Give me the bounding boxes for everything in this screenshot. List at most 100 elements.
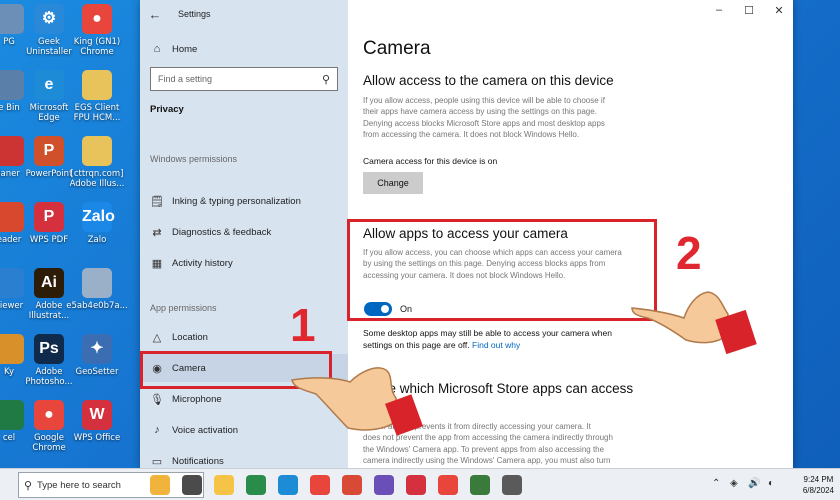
- device-access-heading: Allow access to the camera on this devic…: [363, 73, 614, 88]
- sidebar-item-label: Activity history: [172, 257, 233, 269]
- desktop-icon-label: WPS Office: [73, 433, 121, 443]
- taskbar-app-icon[interactable]: [374, 475, 394, 495]
- desktop-icon-label: [cttrqn.com] Adobe Illus...: [69, 169, 125, 189]
- taskbar-app-icon[interactable]: [278, 475, 298, 495]
- desktop-icon-label: e5ab4e0b7a...: [66, 301, 128, 311]
- step-number-1: 1: [290, 299, 316, 351]
- desktop-icon-label: GeoSetter: [75, 367, 119, 377]
- app-icon: ⚙: [34, 4, 64, 34]
- step-number-2: 2: [676, 227, 702, 279]
- sidebar-item-label: Location: [172, 331, 208, 343]
- app-icon: [82, 268, 112, 298]
- device-access-description: If you allow access, people using this d…: [363, 95, 643, 140]
- taskbar-search-input[interactable]: ⚲ Type here to search: [18, 472, 204, 498]
- desktop-icon[interactable]: ● King (GN1) Chrome: [66, 4, 128, 57]
- home-icon: ⌂: [153, 43, 161, 55]
- desktop-icon[interactable]: [cttrqn.com] Adobe Illus...: [66, 136, 128, 189]
- sidebar-item-activity-history[interactable]: ▦ Activity history: [140, 249, 348, 277]
- sidebar-item-label: Microphone: [172, 393, 222, 405]
- app-icon: [82, 136, 112, 166]
- pointing-hand-2-icon: [631, 291, 757, 355]
- desc-line: their apps have camera access by using t…: [363, 107, 597, 117]
- taskbar-app-icon[interactable]: [150, 475, 170, 495]
- taskbar: ⚲ Type here to search ⌃ ◈ 🔊 ◐ 9:24 PM 6/…: [0, 468, 840, 500]
- sidebar-item-label: Diagnostics & feedback: [172, 226, 272, 238]
- sidebar-item-icon: ▦: [151, 257, 163, 270]
- taskbar-app-icon[interactable]: [246, 475, 266, 495]
- sidebar-item-label: Inking & typing personalization: [172, 195, 301, 207]
- speaker-icon[interactable]: ◐: [768, 478, 774, 489]
- close-icon[interactable]: ✕: [764, 4, 793, 17]
- desktop-icon[interactable]: EGS Client FPU HCM...: [66, 70, 128, 123]
- sidebar-item-icon: ♪: [154, 424, 160, 436]
- sidebar-item-location[interactable]: △ Location: [140, 323, 348, 351]
- taskbar-app-icon[interactable]: [310, 475, 330, 495]
- taskbar-app-icon[interactable]: [214, 475, 234, 495]
- app-permissions-heading: App permissions: [150, 303, 217, 313]
- back-arrow-icon[interactable]: ←: [140, 7, 170, 22]
- desktop-icon-label: Zalo: [87, 235, 107, 245]
- taskbar-app-icon[interactable]: [502, 475, 522, 495]
- search-input[interactable]: Find a setting ⚲: [150, 67, 338, 91]
- desc-line: If you allow access, people using this d…: [363, 96, 605, 105]
- desc-line: camera indirectly using the Windows' Cam…: [363, 455, 611, 465]
- desc-line: Denying access blocks Microsoft Store ap…: [363, 118, 605, 128]
- app-icon: e: [34, 70, 64, 100]
- note-line: settings on this page are off.: [363, 340, 470, 350]
- taskbar-app-icon[interactable]: [342, 475, 362, 495]
- app-icon: P: [34, 136, 64, 166]
- note-line: Some desktop apps may still be able to a…: [363, 328, 612, 338]
- clock-time: 9:24 PM: [803, 475, 834, 484]
- maximize-icon[interactable]: ☐: [734, 4, 764, 17]
- tray-chevron-icon[interactable]: ⌃: [712, 478, 720, 489]
- desktop-icon[interactable]: ✦ GeoSetter: [66, 334, 128, 377]
- app-icon: Ps: [34, 334, 64, 364]
- taskbar-app-icon[interactable]: [470, 475, 490, 495]
- taskbar-app-icon[interactable]: [182, 475, 202, 495]
- clock-date: 6/8/2024: [802, 486, 834, 495]
- desktop-icon-label: King (GN1) Chrome: [73, 37, 121, 57]
- desktop-icon[interactable]: Zalo Zalo: [66, 202, 128, 245]
- sidebar-item-label: Voice activation: [172, 424, 239, 436]
- app-icon: ●: [82, 4, 112, 34]
- category-heading: Privacy: [150, 104, 184, 115]
- sidebar-item-icon: ▭: [151, 455, 163, 468]
- pointing-hand-1-icon: [291, 367, 423, 436]
- app-icon: P: [34, 202, 64, 232]
- app-icon: Zalo: [82, 202, 115, 232]
- desktop-icon[interactable]: e5ab4e0b7a...: [66, 268, 128, 311]
- app-icon: [82, 70, 112, 100]
- search-placeholder: Find a setting: [158, 74, 213, 84]
- taskbar-app-icon[interactable]: [438, 475, 458, 495]
- search-icon: ⚲: [23, 479, 33, 492]
- sidebar-item-label: Notifications: [172, 455, 224, 467]
- sidebar-item-notifications[interactable]: ▭ Notifications: [140, 447, 348, 468]
- find-out-why-link[interactable]: Find out why: [472, 340, 520, 350]
- sidebar-item-inking-typing-personalization[interactable]: 🗒 Inking & typing personalization: [140, 187, 348, 215]
- sidebar-item-icon: △: [152, 331, 162, 344]
- highlight-toggle-box: [347, 219, 657, 321]
- window-title: Settings: [178, 9, 211, 19]
- change-button[interactable]: Change: [363, 172, 423, 194]
- sidebar-item-icon: 🗒: [150, 195, 164, 208]
- taskbar-clock[interactable]: 9:24 PM 6/8/2024: [803, 474, 834, 496]
- sidebar-item-home[interactable]: ⌂ Home: [140, 35, 348, 63]
- taskbar-app-icon[interactable]: [406, 475, 426, 495]
- sidebar-item-diagnostics-feedback[interactable]: ⇄ Diagnostics & feedback: [140, 218, 348, 246]
- app-icon: Ai: [34, 268, 64, 298]
- device-access-status: Camera access for this device is on: [363, 156, 498, 166]
- taskbar-search-placeholder: Type here to search: [37, 479, 121, 491]
- desktop-icon-label: EGS Client FPU HCM...: [73, 103, 121, 123]
- sidebar-item-icon: ⇄: [152, 226, 162, 239]
- app-icon: ●: [34, 400, 64, 430]
- sidebar-item-label: Home: [172, 43, 198, 55]
- network-icon[interactable]: ◈: [730, 478, 738, 489]
- page-title: Camera: [363, 38, 431, 59]
- app-icon: W: [82, 400, 112, 430]
- desc-line: from accessing the camera. It does not b…: [363, 129, 580, 139]
- minimize-icon[interactable]: –: [704, 4, 734, 16]
- volume-icon[interactable]: 🔊: [748, 478, 760, 489]
- desktop-apps-note: Some desktop apps may still be able to a…: [363, 327, 653, 351]
- desktop-icon[interactable]: W WPS Office: [66, 400, 128, 443]
- search-icon: ⚲: [321, 73, 331, 86]
